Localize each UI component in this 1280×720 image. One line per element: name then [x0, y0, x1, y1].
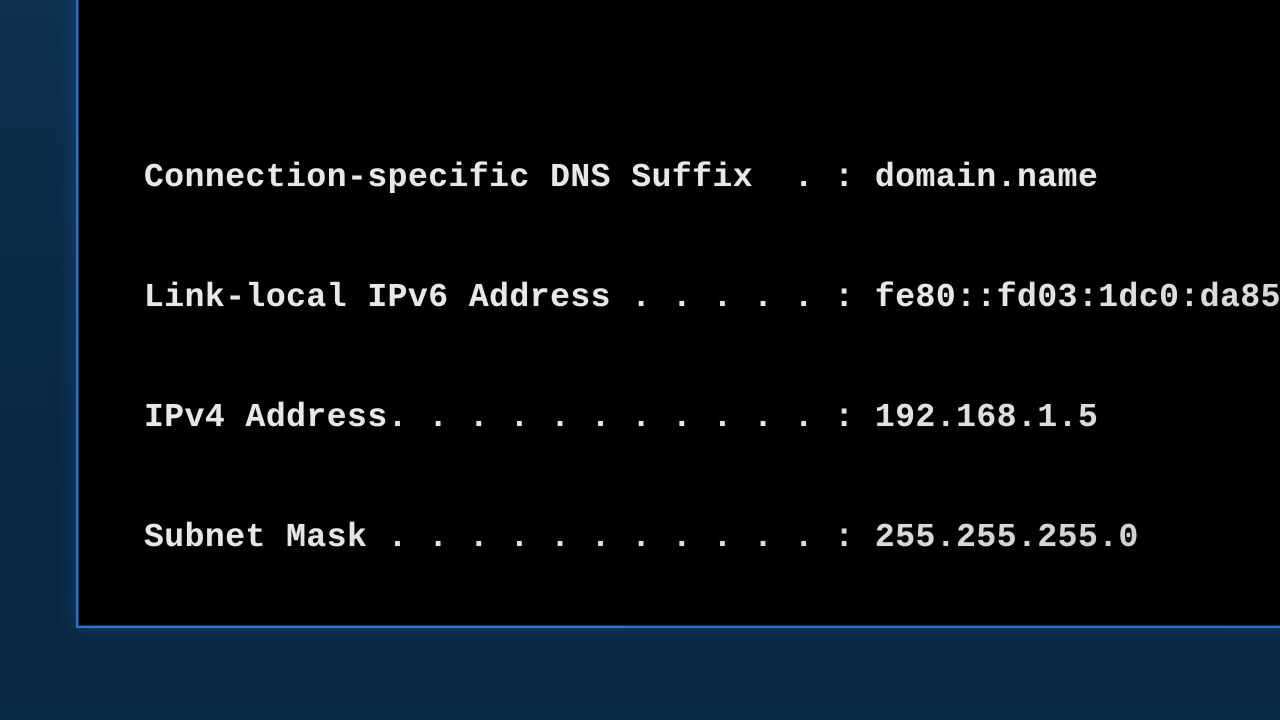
command-prompt-window: Connection-specific DNS Suffix . : domai…	[76, 0, 1280, 628]
output-line: IPv4 Address. . . . . . . . . . . : 192.…	[82, 398, 1280, 438]
output-line: Subnet Mask . . . . . . . . . . . : 255.…	[82, 518, 1280, 558]
output-line: Link-local IPv6 Address . . . . . : fe80…	[82, 278, 1280, 318]
terminal-output[interactable]: Connection-specific DNS Suffix . : domai…	[78, 0, 1280, 626]
output-line: Connection-specific DNS Suffix . : domai…	[82, 158, 1280, 198]
